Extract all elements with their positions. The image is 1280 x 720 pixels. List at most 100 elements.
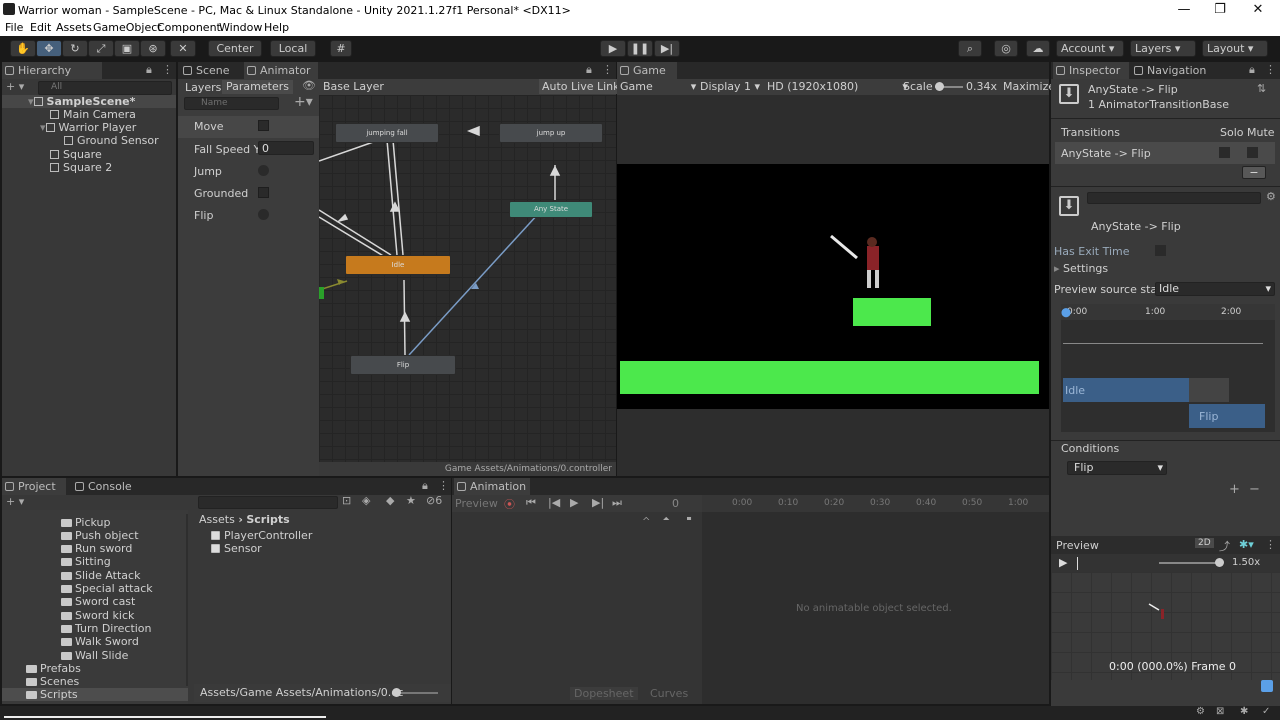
pause-button-icon[interactable]: ❚❚ (627, 40, 653, 57)
state-idle[interactable]: Idle (345, 255, 451, 275)
play-button-icon[interactable]: ▶ (600, 40, 626, 57)
start-marker-icon[interactable]: ⬤ (1061, 308, 1071, 318)
param-row-move[interactable]: Move (178, 116, 319, 138)
label-icon[interactable]: ◆ (386, 494, 394, 507)
create-asset-icon[interactable]: + ▾ (6, 495, 24, 508)
folder-item[interactable]: Pickup (61, 516, 110, 529)
hierarchy-item[interactable]: Square 2 (50, 161, 112, 174)
transform-tool-icon[interactable]: ⊛ (140, 40, 166, 57)
move-tool-icon[interactable]: ✥ (36, 40, 62, 57)
breadcrumb-base-layer[interactable]: Base Layer (323, 80, 384, 93)
preview-scrubber[interactable] (1077, 557, 1078, 570)
search-icon[interactable]: ⌕ (958, 40, 982, 57)
tab-console[interactable]: Console (72, 478, 142, 495)
breadcrumb-scripts[interactable]: Scripts (246, 513, 289, 526)
maximize-toggle[interactable]: Maximize (1003, 80, 1055, 93)
curves-tab[interactable]: Curves (650, 687, 688, 700)
folder-tree-scrollbar[interactable] (186, 514, 188, 686)
preview-play-icon[interactable]: ▶ (1059, 556, 1067, 569)
more-menu-icon[interactable]: ⋮ (1265, 538, 1276, 551)
game-viewport[interactable] (617, 164, 1049, 409)
state-jump-up[interactable]: jump up (499, 123, 603, 143)
folder-item[interactable]: Turn Direction (61, 622, 152, 635)
has-exit-time-checkbox[interactable] (1155, 245, 1166, 256)
account-dropdown[interactable]: Account ▾ (1056, 40, 1124, 57)
flip-bar[interactable]: Flip (1189, 404, 1265, 428)
script-file[interactable]: PlayerController (211, 529, 312, 542)
folder-item[interactable]: Sword kick (61, 609, 134, 622)
rect-tool-icon[interactable]: ▣ (114, 40, 140, 57)
folder-item[interactable]: Push object (61, 529, 139, 542)
folder-item[interactable]: Walk Sword (61, 635, 139, 648)
display-dropdown[interactable]: Display 1 ▾ (700, 80, 760, 93)
state-any-state[interactable]: Any State (509, 201, 593, 218)
tab-navigation[interactable]: Navigation (1131, 62, 1215, 79)
solo-checkbox[interactable] (1219, 147, 1230, 158)
state-jumping-fall[interactable]: jumping fall (335, 123, 439, 143)
folder-item[interactable]: Slide Attack (61, 569, 140, 582)
folder-item[interactable]: Prefabs (26, 662, 81, 675)
hierarchy-item[interactable]: Main Camera (50, 108, 136, 121)
bug-icon[interactable]: ✱ (1240, 706, 1248, 717)
search-by-label-icon[interactable]: ◈ (362, 494, 370, 507)
dopesheet-area[interactable]: 0:00 0:10 0:20 0:30 0:40 0:50 1:00 No an… (702, 495, 1049, 704)
menu-assets[interactable]: Assets (56, 21, 92, 34)
animator-graph-canvas[interactable]: jumping fall jump up Any State Idle Flip (319, 95, 616, 462)
project-search-input[interactable] (198, 496, 338, 509)
hierarchy-item[interactable]: Square (50, 148, 102, 161)
tab-scene[interactable]: Scene (180, 62, 242, 79)
param-row-jump[interactable]: Jump (178, 160, 319, 182)
menu-help[interactable]: Help (264, 21, 289, 34)
last-frame-icon[interactable]: ⏭ (612, 496, 622, 510)
folder-item-selected[interactable]: Scripts (2, 688, 188, 701)
condition-dropdown[interactable]: Flip ▾ (1067, 461, 1167, 475)
param-row-fallspeed[interactable]: Fall Speed Y 0 (178, 138, 319, 160)
favorite-icon[interactable]: ★ (406, 494, 416, 507)
menu-file[interactable]: File (5, 21, 23, 34)
frame-field[interactable]: 0 (672, 497, 679, 510)
tab-animation[interactable]: Animation (454, 478, 530, 495)
trigger-radio[interactable] (258, 165, 269, 176)
transition-name-input[interactable] (1087, 192, 1261, 204)
tab-project[interactable]: Project (2, 478, 66, 495)
debug-icon[interactable]: ⚙ (1196, 706, 1205, 717)
remove-transition-button[interactable]: − (1242, 166, 1266, 179)
bool-checkbox[interactable] (258, 187, 269, 198)
collab-icon[interactable]: ◎ (994, 40, 1018, 57)
settings-icon[interactable]: ⇅ (1257, 82, 1266, 95)
breadcrumb-assets[interactable]: Assets (199, 513, 235, 526)
tab-inspector[interactable]: Inspector (1053, 62, 1129, 79)
more-menu-icon[interactable]: ⋮ (602, 63, 613, 76)
add-icon[interactable]: + ▾ (6, 80, 24, 93)
folder-item[interactable]: Wall Slide (61, 649, 128, 662)
idle-bar[interactable]: Idle (1063, 378, 1189, 402)
maximize-button[interactable]: ❐ (1202, 0, 1238, 20)
lock-icon[interactable]: 🔒︎ (586, 63, 592, 77)
remove-condition-icon[interactable]: − (1249, 482, 1260, 497)
step-button-icon[interactable]: ▶| (654, 40, 680, 57)
preview-viewport[interactable]: 0:00 (000.0%) Frame 0 (1051, 572, 1280, 680)
hierarchy-item[interactable]: ▾ Warrior Player (40, 121, 136, 134)
mute-checkbox[interactable] (1247, 147, 1258, 158)
menu-gameobject[interactable]: GameObject (93, 21, 162, 34)
hidden-packages-icon[interactable]: ⊘6 (426, 494, 442, 507)
pivot-center-button[interactable]: Center (208, 40, 262, 57)
lock-icon[interactable]: 🔒︎ (146, 63, 152, 77)
rotate-tool-icon[interactable]: ↻ (62, 40, 88, 57)
cloud-icon[interactable]: ☁ (1026, 40, 1050, 57)
add-condition-icon[interactable]: + (1229, 482, 1240, 497)
preview-speed-slider[interactable] (1159, 562, 1223, 564)
tab-game[interactable]: Game (617, 62, 677, 79)
auto-live-link-toggle[interactable]: Auto Live Link (539, 79, 623, 94)
param-row-flip[interactable]: Flip (178, 204, 319, 226)
lock-icon[interactable]: 🔒︎ (422, 479, 428, 493)
first-frame-icon[interactable]: ⏮ (526, 496, 536, 510)
folder-item[interactable]: Run sword (61, 542, 132, 555)
record-icon[interactable]: ⦿ (504, 496, 515, 512)
params-search-input[interactable]: Name (184, 97, 279, 110)
script-file[interactable]: Sensor (211, 542, 262, 555)
more-menu-icon[interactable]: ⋮ (1265, 63, 1276, 76)
folder-item[interactable]: Sitting (61, 555, 111, 568)
layers-dropdown[interactable]: Layers ▾ (1130, 40, 1196, 57)
tab-animator[interactable]: Animator (244, 62, 318, 79)
